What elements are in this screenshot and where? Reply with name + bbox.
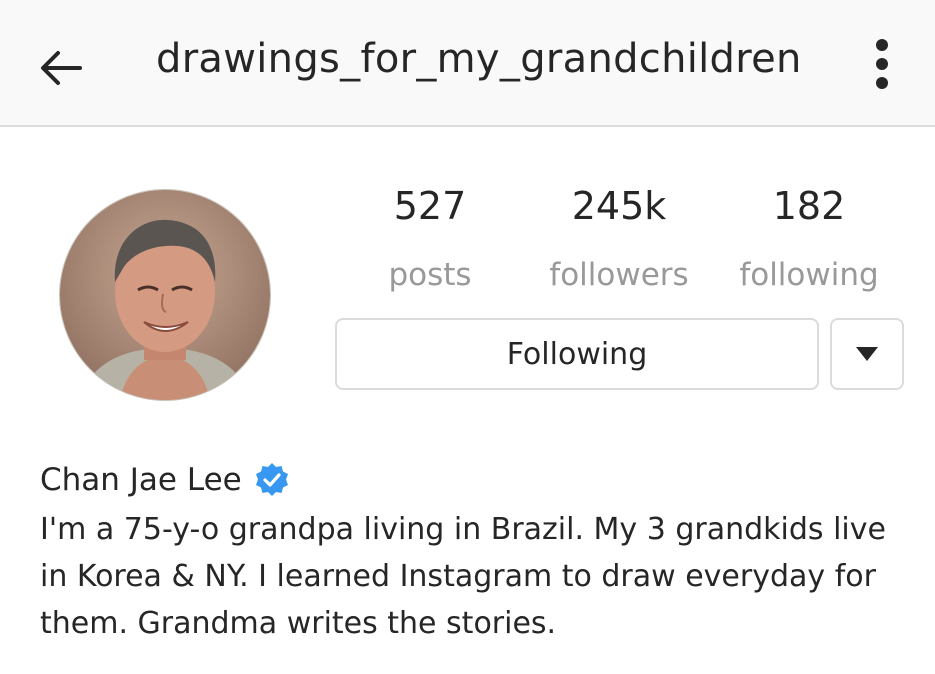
more-options-button[interactable] (862, 36, 902, 92)
suggested-accounts-dropdown-button[interactable] (830, 318, 904, 390)
followers-count: 245k (571, 184, 667, 228)
caret-down-icon (856, 347, 878, 361)
profile-photo-image (60, 190, 270, 400)
display-name: Chan Jae Lee (40, 462, 242, 498)
profile-bio: I'm a 75-y-o grandpa living in Brazil. M… (40, 512, 886, 641)
vertical-ellipsis-icon (876, 39, 888, 89)
stat-following[interactable]: 182 following (724, 180, 894, 298)
profile-photo[interactable] (60, 190, 270, 400)
followers-label: followers (549, 257, 689, 293)
posts-count: 527 (393, 184, 467, 228)
stat-posts[interactable]: 527 posts (345, 180, 515, 298)
following-label: following (739, 257, 879, 293)
back-button[interactable] (32, 40, 88, 96)
verified-badge-icon (254, 462, 290, 498)
stat-followers[interactable]: 245k followers (534, 180, 704, 298)
profile-name-row: Chan Jae Lee (40, 462, 290, 498)
top-app-bar: drawings_for_my_grandchildren (0, 0, 935, 127)
following-count: 182 (772, 184, 846, 228)
posts-label: posts (388, 257, 472, 293)
profile-username: drawings_for_my_grandchildren (156, 36, 802, 82)
arrow-left-icon (41, 51, 82, 85)
following-button[interactable]: Following (335, 318, 819, 390)
